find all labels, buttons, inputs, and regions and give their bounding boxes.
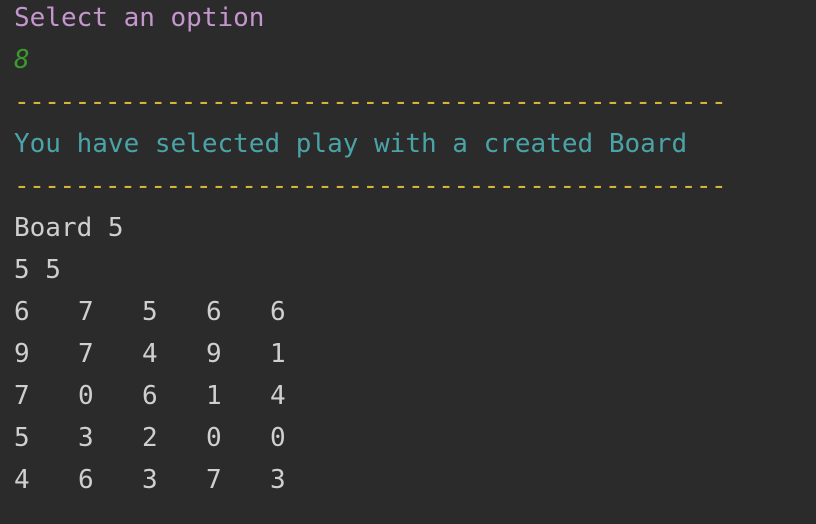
board-cell: 7 — [78, 339, 94, 369]
board-row: 6 7 5 6 6 — [14, 294, 804, 336]
board-cell: 4 — [14, 465, 30, 495]
board-cell: 1 — [206, 381, 222, 411]
console-output: Select an option 8 ---------------------… — [14, 0, 804, 504]
board-cell: 7 — [78, 297, 94, 327]
board-dimensions: 5 5 — [14, 255, 61, 285]
separator-line-top: ----------------------------------------… — [14, 87, 727, 117]
board-row: 5 3 2 0 0 — [14, 420, 804, 462]
board-row: 4 6 3 7 3 — [14, 462, 804, 504]
board-cell: 6 — [78, 465, 94, 495]
board-title: Board 5 — [14, 213, 124, 243]
board-cell: 0 — [78, 381, 94, 411]
board-cell: 5 — [142, 297, 158, 327]
board-cell: 6 — [14, 297, 30, 327]
selection-message: You have selected play with a created Bo… — [14, 129, 688, 159]
board-cell: 9 — [206, 339, 222, 369]
board-cell: 6 — [206, 297, 222, 327]
board-cell: 7 — [206, 465, 222, 495]
user-input-text: 8 — [14, 45, 30, 75]
board-grid: 6 7 5 6 6 9 7 4 9 1 7 0 6 1 4 5 3 2 0 0 — [14, 294, 804, 504]
prompt-text: Select an option — [14, 3, 265, 33]
separator-line-bottom: ----------------------------------------… — [14, 171, 727, 201]
board-row: 7 0 6 1 4 — [14, 378, 804, 420]
board-cell: 1 — [270, 339, 286, 369]
board-cell: 3 — [142, 465, 158, 495]
board-cell: 0 — [270, 423, 286, 453]
board-cell: 4 — [142, 339, 158, 369]
board-cell: 5 — [14, 423, 30, 453]
board-cell: 7 — [14, 381, 30, 411]
board-cell: 6 — [142, 381, 158, 411]
board-row: 9 7 4 9 1 — [14, 336, 804, 378]
board-cell: 3 — [78, 423, 94, 453]
board-cell: 0 — [206, 423, 222, 453]
board-cell: 2 — [142, 423, 158, 453]
board-cell: 4 — [270, 381, 286, 411]
board-cell: 6 — [270, 297, 286, 327]
board-cell: 9 — [14, 339, 30, 369]
board-cell: 3 — [270, 465, 286, 495]
